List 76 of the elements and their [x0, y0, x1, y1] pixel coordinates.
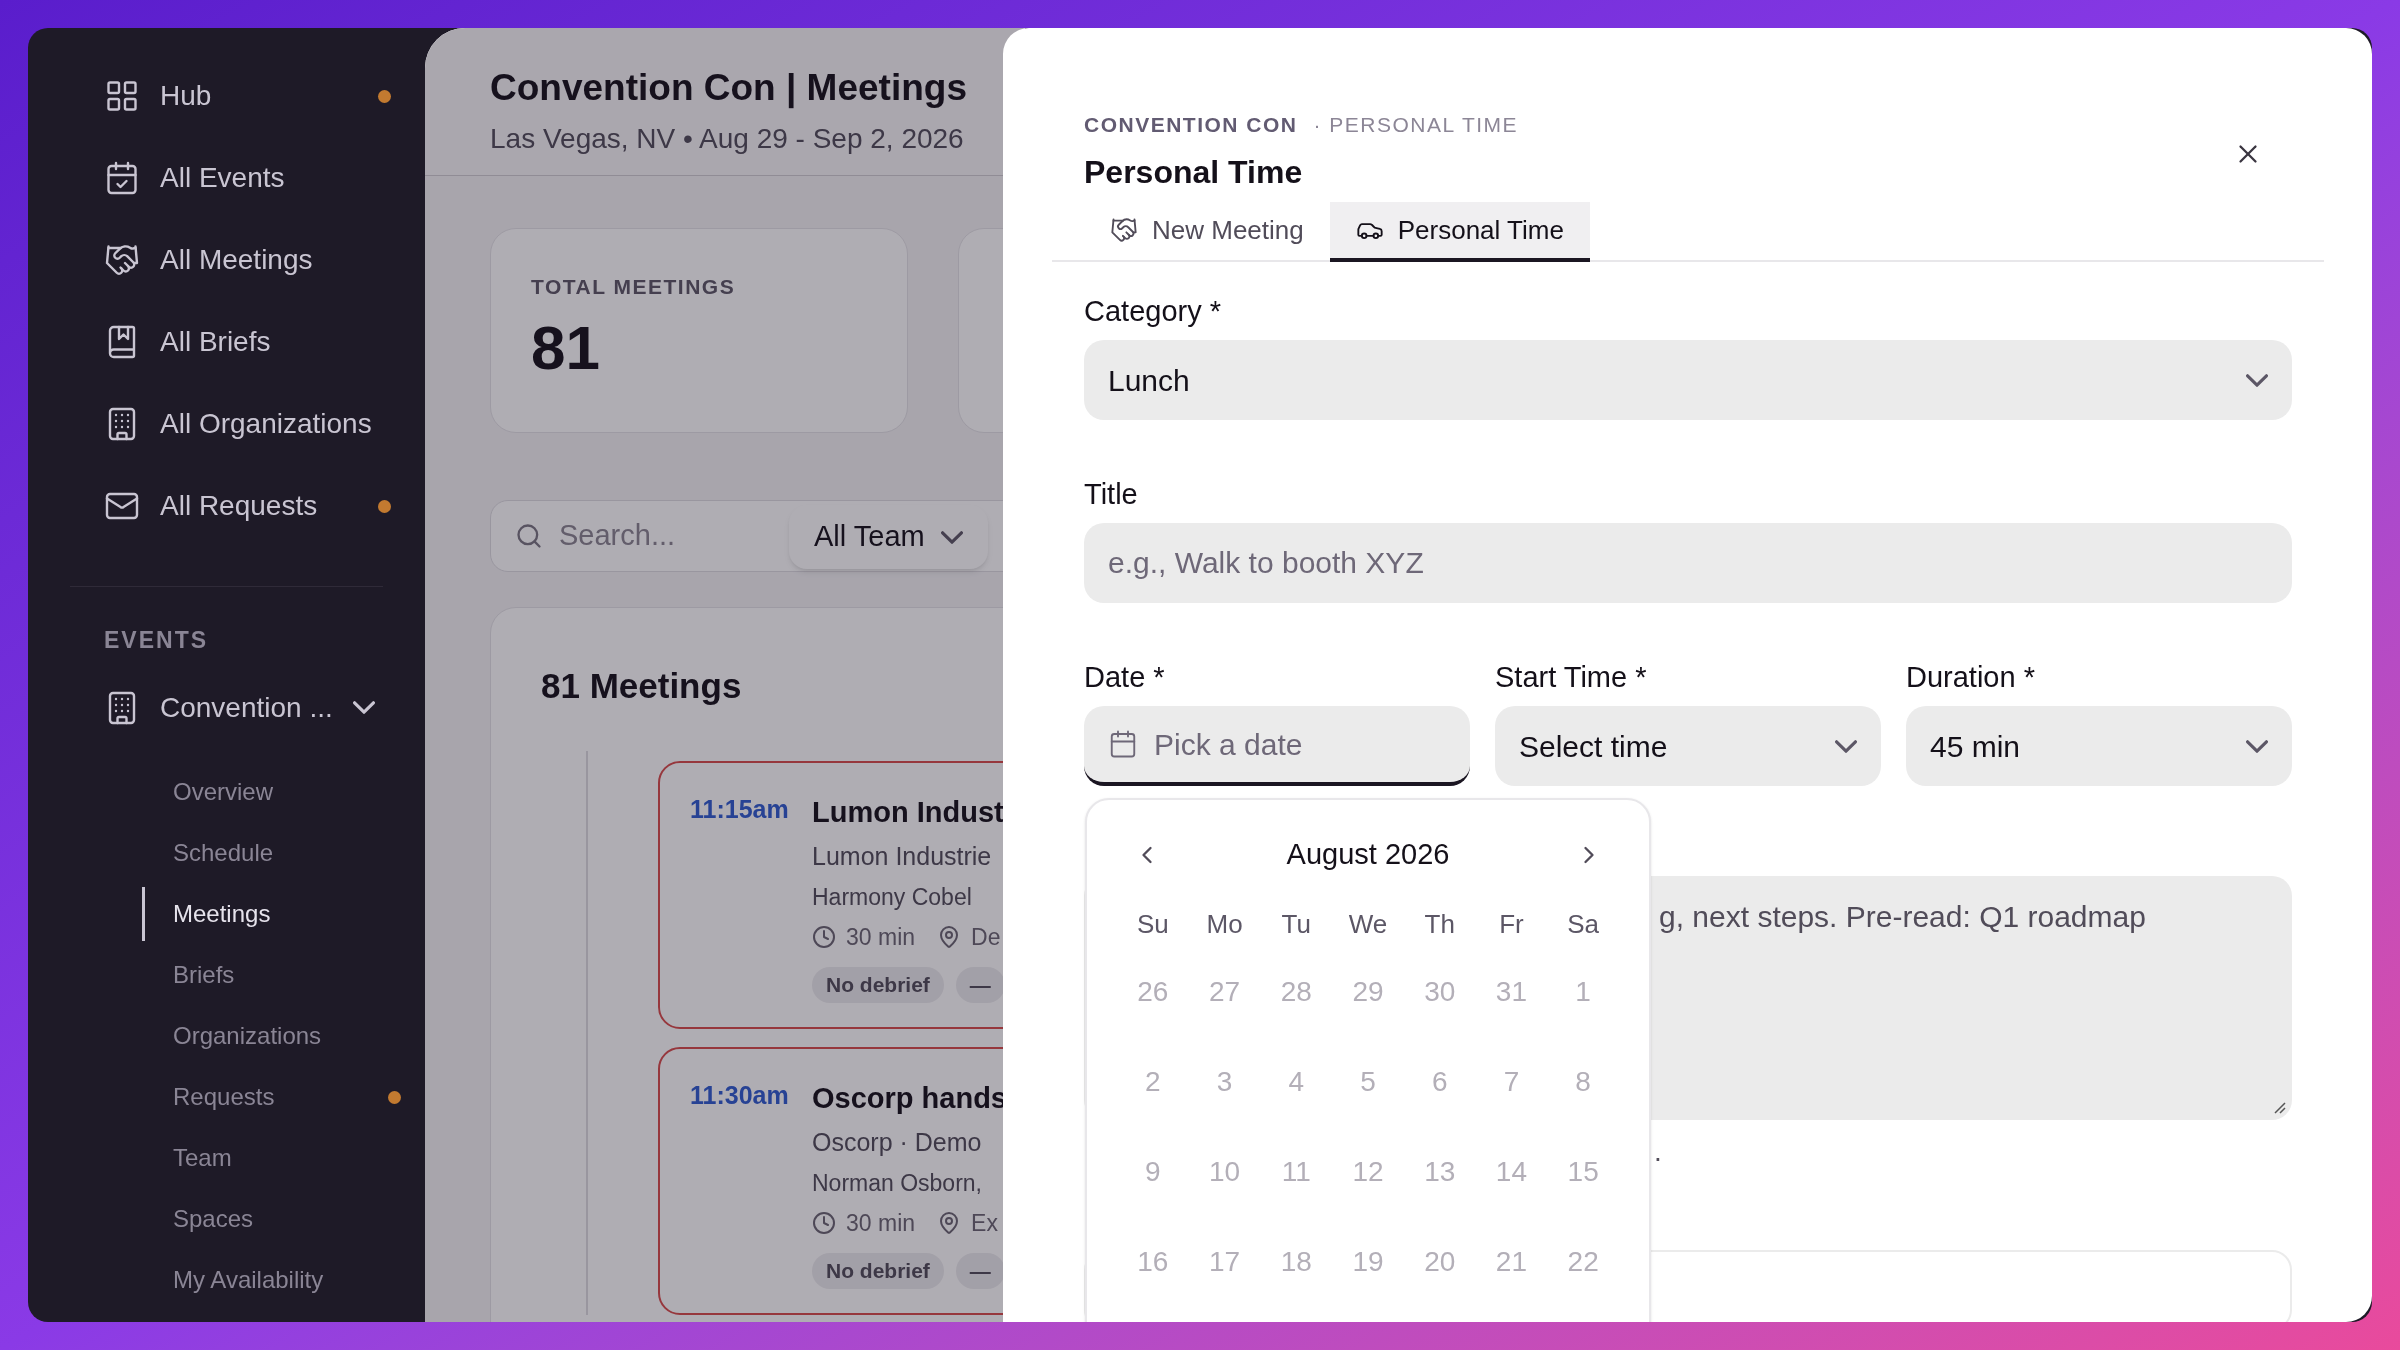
- status-tag: —: [955, 1252, 1005, 1289]
- calendar-icon: [1108, 729, 1138, 759]
- weekday-label: Mo: [1205, 907, 1244, 941]
- stat-value: 81: [531, 311, 601, 384]
- breadcrumb: · PERSONAL TIME: [1313, 112, 1519, 139]
- chevron-down-icon: [1835, 739, 1857, 753]
- weekday-label: We: [1347, 907, 1389, 941]
- sub-nav-item[interactable]: My Availability: [142, 1253, 401, 1307]
- meeting-duration: 30 min: [846, 923, 916, 952]
- sub-nav-item[interactable]: Meetings: [142, 887, 401, 941]
- handshake-icon: [1110, 216, 1138, 244]
- field-label: Duration *: [1906, 660, 2036, 696]
- meeting-location: Ex: [971, 1209, 998, 1238]
- weekday-label: Sa: [1566, 907, 1601, 941]
- team-dropdown[interactable]: All Team: [789, 505, 988, 569]
- helper-text: .: [1653, 1138, 1663, 1168]
- status-tag: No debrief: [812, 966, 944, 1003]
- sub-nav-item[interactable]: Spaces: [142, 1192, 401, 1246]
- sub-nav-item[interactable]: Requests: [142, 1070, 388, 1124]
- weekday-label: Th: [1423, 907, 1456, 941]
- stat-label: TOTAL MEETINGS: [531, 274, 737, 300]
- status-tag: —: [955, 966, 1005, 1003]
- nav-item[interactable]: All Organizations: [52, 400, 401, 448]
- tab[interactable]: New Meeting: [1084, 202, 1330, 262]
- field-label: Category *: [1084, 294, 1222, 330]
- meeting-location: De: [971, 923, 1001, 952]
- breadcrumb: CONVENTION CON: [1084, 112, 1298, 139]
- start-time-select[interactable]: Select time: [1495, 706, 1881, 786]
- search-icon: [515, 522, 543, 550]
- month-title: August 2026: [1286, 837, 1450, 873]
- field-label: Start Time *: [1495, 660, 1648, 696]
- chevron-down-icon: [2246, 373, 2268, 387]
- section-label: EVENTS: [103, 626, 210, 655]
- category-select[interactable]: Lunch: [1084, 340, 2292, 420]
- nav-item[interactable]: All Requests: [52, 482, 401, 530]
- nav-item[interactable]: All Briefs: [52, 318, 401, 366]
- weekday-label: Su: [1135, 907, 1170, 941]
- chevron-down-icon: [940, 530, 963, 544]
- nav-item[interactable]: All Meetings: [52, 236, 401, 284]
- meeting-attendees: Norman Osborn,: [812, 1168, 983, 1198]
- meetings-title: 81 Meetings: [541, 666, 742, 705]
- status-tag: No debrief: [812, 1252, 944, 1289]
- meeting-time: 11:30am: [690, 1079, 786, 1111]
- meeting-subtitle: Lumon Industrie: [812, 841, 993, 872]
- sub-nav-item[interactable]: Team: [142, 1131, 401, 1185]
- sub-nav-item[interactable]: Organizations: [142, 1009, 401, 1063]
- meeting-subtitle: Oscorp · Demo: [812, 1127, 983, 1158]
- dialog-title: Personal Time: [1084, 153, 1304, 192]
- meeting-title: Lumon Indust: [812, 794, 1005, 830]
- clock-icon: [812, 925, 836, 950]
- title-field[interactable]: e.g., Walk to booth XYZ: [1084, 523, 2292, 603]
- weekday-label: Fr: [1498, 907, 1525, 941]
- page-subtitle: Las Vegas, NV • Aug 29 - Sep 2, 2026: [490, 121, 965, 156]
- sub-nav-item[interactable]: Schedule: [142, 826, 401, 880]
- field-label: Date *: [1084, 660, 1166, 696]
- duration-select[interactable]: 45 min: [1906, 706, 2292, 786]
- field-label: Title: [1084, 477, 1139, 513]
- meeting-title: Oscorp hands: [812, 1080, 1007, 1116]
- grid-icon: [104, 78, 140, 114]
- date-field[interactable]: Pick a date: [1084, 706, 1470, 786]
- calendar-check-icon: [104, 160, 140, 196]
- page-title: Convention Con | Meetings: [490, 66, 968, 111]
- resize-handle-icon: [2272, 1100, 2286, 1114]
- meeting-duration: 30 min: [846, 1209, 916, 1238]
- meeting-time: 11:15am: [690, 793, 786, 825]
- nav-item[interactable]: Hub: [52, 72, 401, 120]
- chevron-down-icon: [2246, 739, 2268, 753]
- meeting-attendees: Harmony Cobel: [812, 882, 973, 912]
- nav-item[interactable]: All Events: [52, 154, 401, 202]
- sub-nav-item[interactable]: Overview: [142, 765, 401, 819]
- handshake-icon: [104, 242, 140, 278]
- clock-icon: [812, 1211, 836, 1236]
- tab[interactable]: Personal Time: [1329, 202, 1590, 262]
- event-item[interactable]: Convention ...: [52, 683, 401, 732]
- weekday-label: Tu: [1280, 907, 1312, 941]
- sub-nav-item[interactable]: Briefs: [142, 948, 401, 1002]
